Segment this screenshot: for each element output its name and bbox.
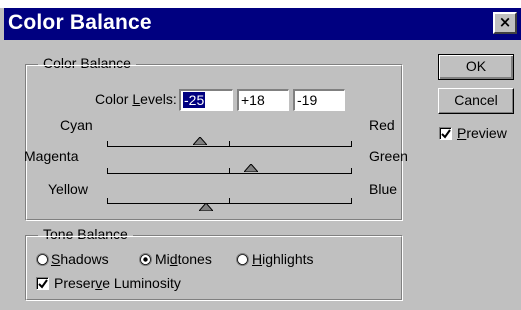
slider-tick: [229, 141, 230, 146]
color-balance-group: Color Balance: [25, 55, 403, 221]
tone-balance-group: Tone Balance: [25, 226, 403, 301]
cyan-red-slider-track[interactable]: [107, 146, 352, 147]
yellow-blue-slider-thumb[interactable]: [199, 203, 213, 211]
color-levels-label: Color Levels:: [95, 91, 177, 107]
highlights-label[interactable]: Highlights: [252, 251, 314, 267]
color-balance-dialog: Color Balance × Color Balance Color Leve…: [0, 8, 521, 310]
close-button[interactable]: ×: [493, 12, 517, 34]
magenta-green-slider-track[interactable]: [107, 173, 352, 174]
slider-tick: [351, 168, 352, 173]
checkmark-icon: [441, 129, 451, 139]
slider-blue-label: Blue: [369, 181, 398, 197]
magenta-green-slider-thumb[interactable]: [244, 164, 258, 172]
tone-balance-group-label: Tone Balance: [38, 226, 133, 242]
slider-tick: [229, 168, 230, 173]
slider-yellow-label: Yellow: [48, 181, 88, 197]
shadows-label[interactable]: Shadows: [51, 251, 109, 267]
slider-tick: [351, 198, 352, 203]
title-bar[interactable]: Color Balance ×: [4, 8, 521, 40]
cancel-button[interactable]: Cancel: [438, 88, 514, 114]
shadows-radio[interactable]: [36, 253, 49, 266]
slider-red-label: Red: [369, 117, 395, 133]
window-title: Color Balance: [8, 11, 152, 34]
preview-checkbox[interactable]: [439, 127, 452, 140]
slider-tick: [107, 141, 108, 146]
cyan-red-slider-thumb[interactable]: [193, 137, 207, 145]
checkmark-icon: [38, 279, 48, 289]
slider-tick: [107, 168, 108, 173]
preview-label[interactable]: Preview: [457, 125, 507, 141]
color-level-cyan-red-field[interactable]: -25: [179, 89, 233, 111]
slider-cyan-label: Cyan: [60, 117, 93, 133]
color-level-yellow-blue-field[interactable]: -19: [293, 89, 345, 111]
slider-tick: [351, 141, 352, 146]
preserve-luminosity-label[interactable]: Preserve Luminosity: [54, 275, 181, 291]
yellow-blue-slider-track[interactable]: [107, 203, 352, 204]
slider-magenta-label: Magenta: [24, 148, 79, 164]
midtones-label[interactable]: Midtones: [155, 251, 212, 267]
preserve-luminosity-checkbox[interactable]: [36, 277, 49, 290]
slider-tick: [229, 198, 230, 203]
slider-tick: [107, 198, 108, 203]
ok-button[interactable]: OK: [438, 54, 514, 80]
midtones-radio[interactable]: [139, 253, 152, 266]
slider-green-label: Green: [369, 148, 408, 164]
highlights-radio[interactable]: [236, 253, 249, 266]
color-level-magenta-green-field[interactable]: +18: [237, 89, 289, 111]
color-balance-group-label: Color Balance: [38, 55, 136, 71]
